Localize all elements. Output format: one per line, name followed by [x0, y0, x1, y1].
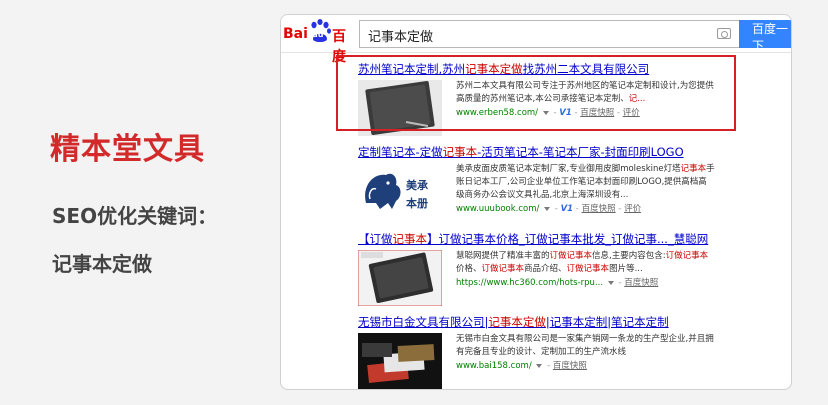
- title-highlight: 记事本定做: [488, 315, 546, 329]
- camera-icon[interactable]: [717, 28, 731, 39]
- notebook-stack-thumbnail[interactable]: [358, 333, 442, 389]
- title-text: 无锡市白金文具有限公司|: [358, 315, 489, 329]
- chevron-down-icon[interactable]: [607, 280, 614, 285]
- snapshot-link[interactable]: 百度快照: [582, 204, 616, 214]
- brand-title: 精本堂文具: [50, 132, 205, 167]
- result-url[interactable]: https://www.hc360.com/hots-rpu...: [456, 278, 603, 288]
- snippet-line: 慧聪网提供了精准丰富的订做记事本信息,主要内容包含:订做记事本: [456, 251, 709, 261]
- thumb-text: 美承: [406, 178, 429, 192]
- seo-keyword: 记事本定做: [52, 252, 152, 276]
- chevron-down-icon[interactable]: [536, 363, 543, 368]
- result-title-link[interactable]: 定制笔记本-定做记事本-活页笔记本-笔记本厂家-封面印刷LOGO: [358, 144, 778, 160]
- result-url-row: https://www.hc360.com/hots-rpu... - 百度快照: [456, 278, 659, 288]
- snippet-line: 有完备且专业的设计、定制加工的生产流水线: [456, 347, 627, 357]
- search-result: 定制笔记本-定做记事本-活页笔记本-笔记本厂家-封面印刷LOGO 美承 本册 美…: [358, 144, 778, 219]
- result-title-link[interactable]: 【订做记事本】订做记事本价格_订做记事本批发_订做记事..._慧聪网: [358, 231, 778, 247]
- elephant-logo-thumbnail[interactable]: 美承 本册: [358, 163, 442, 219]
- search-bar: Bai du 百度 记事本定做 百度一下: [281, 15, 791, 65]
- snippet-line: 无锡市白金文具有限公司是一家集产销网一条龙的生产型企业,并且拥: [456, 334, 714, 344]
- review-link[interactable]: 评价: [624, 204, 641, 214]
- title-highlight: 记事本: [392, 232, 428, 246]
- search-query: 记事本定做: [368, 30, 434, 45]
- chevron-down-icon[interactable]: [544, 206, 551, 211]
- search-result: 【订做记事本】订做记事本价格_订做记事本批发_订做记事..._慧聪网 慧聪网提供…: [358, 231, 778, 306]
- result-url-row: www.uuubook.com/ - V1 - 百度快照 - 评价: [456, 204, 642, 214]
- notebook-thumbnail[interactable]: [358, 250, 442, 306]
- title-text: 定制笔记本-定做: [358, 145, 443, 159]
- snapshot-link[interactable]: 百度快照: [624, 278, 658, 288]
- result-title-link[interactable]: 无锡市白金文具有限公司|记事本定做|记事本定制|笔记本定制: [358, 314, 778, 330]
- snippet-line: 美承皮面皮质笔记本定制厂家,专业御用皮脚moleskine灯塔记事本手: [456, 164, 715, 174]
- snippet-line: 价格、订做记事本商品介绍、订做记事本图片等...: [456, 264, 643, 274]
- result-url-row: www.bai158.com/ - 百度快照: [456, 361, 587, 371]
- logo-text-left: Bai: [283, 26, 308, 42]
- search-result: 无锡市白金文具有限公司|记事本定做|记事本定制|笔记本定制 无锡市白金文具有限公…: [358, 314, 778, 389]
- result-url[interactable]: www.bai158.com/: [456, 361, 532, 371]
- search-button[interactable]: 百度一下: [739, 20, 791, 53]
- highlight-box: [336, 55, 736, 131]
- snippet-line: 级商务办公会议文具礼品,北京上海深圳设有...: [456, 190, 629, 200]
- search-input[interactable]: 记事本定做: [359, 20, 739, 48]
- v1-badge[interactable]: V1: [561, 204, 574, 214]
- title-text: 】订做记事本价格_订做记事本批发_订做记事..._慧聪网: [427, 232, 709, 246]
- seo-label: SEO优化关键词：: [52, 204, 218, 228]
- baidu-logo[interactable]: Bai du 百度: [283, 19, 359, 65]
- logo-du: du: [312, 30, 324, 39]
- result-url[interactable]: www.uuubook.com/: [456, 204, 539, 214]
- snippet-line: 账日记本工厂,公司企业单位工作笔记本封面印刷LOGO,提供高档高: [456, 177, 707, 187]
- title-text: |记事本定制|笔记本定制: [545, 315, 669, 329]
- title-highlight: 记事本: [442, 145, 478, 159]
- thumb-text: 本册: [406, 196, 428, 210]
- left-panel: 精本堂文具 SEO优化关键词： 记事本定做: [50, 0, 280, 405]
- title-text: -活页笔记本-笔记本厂家-封面印刷LOGO: [477, 145, 684, 159]
- snapshot-link[interactable]: 百度快照: [553, 361, 587, 371]
- title-text: 【订做: [358, 232, 393, 246]
